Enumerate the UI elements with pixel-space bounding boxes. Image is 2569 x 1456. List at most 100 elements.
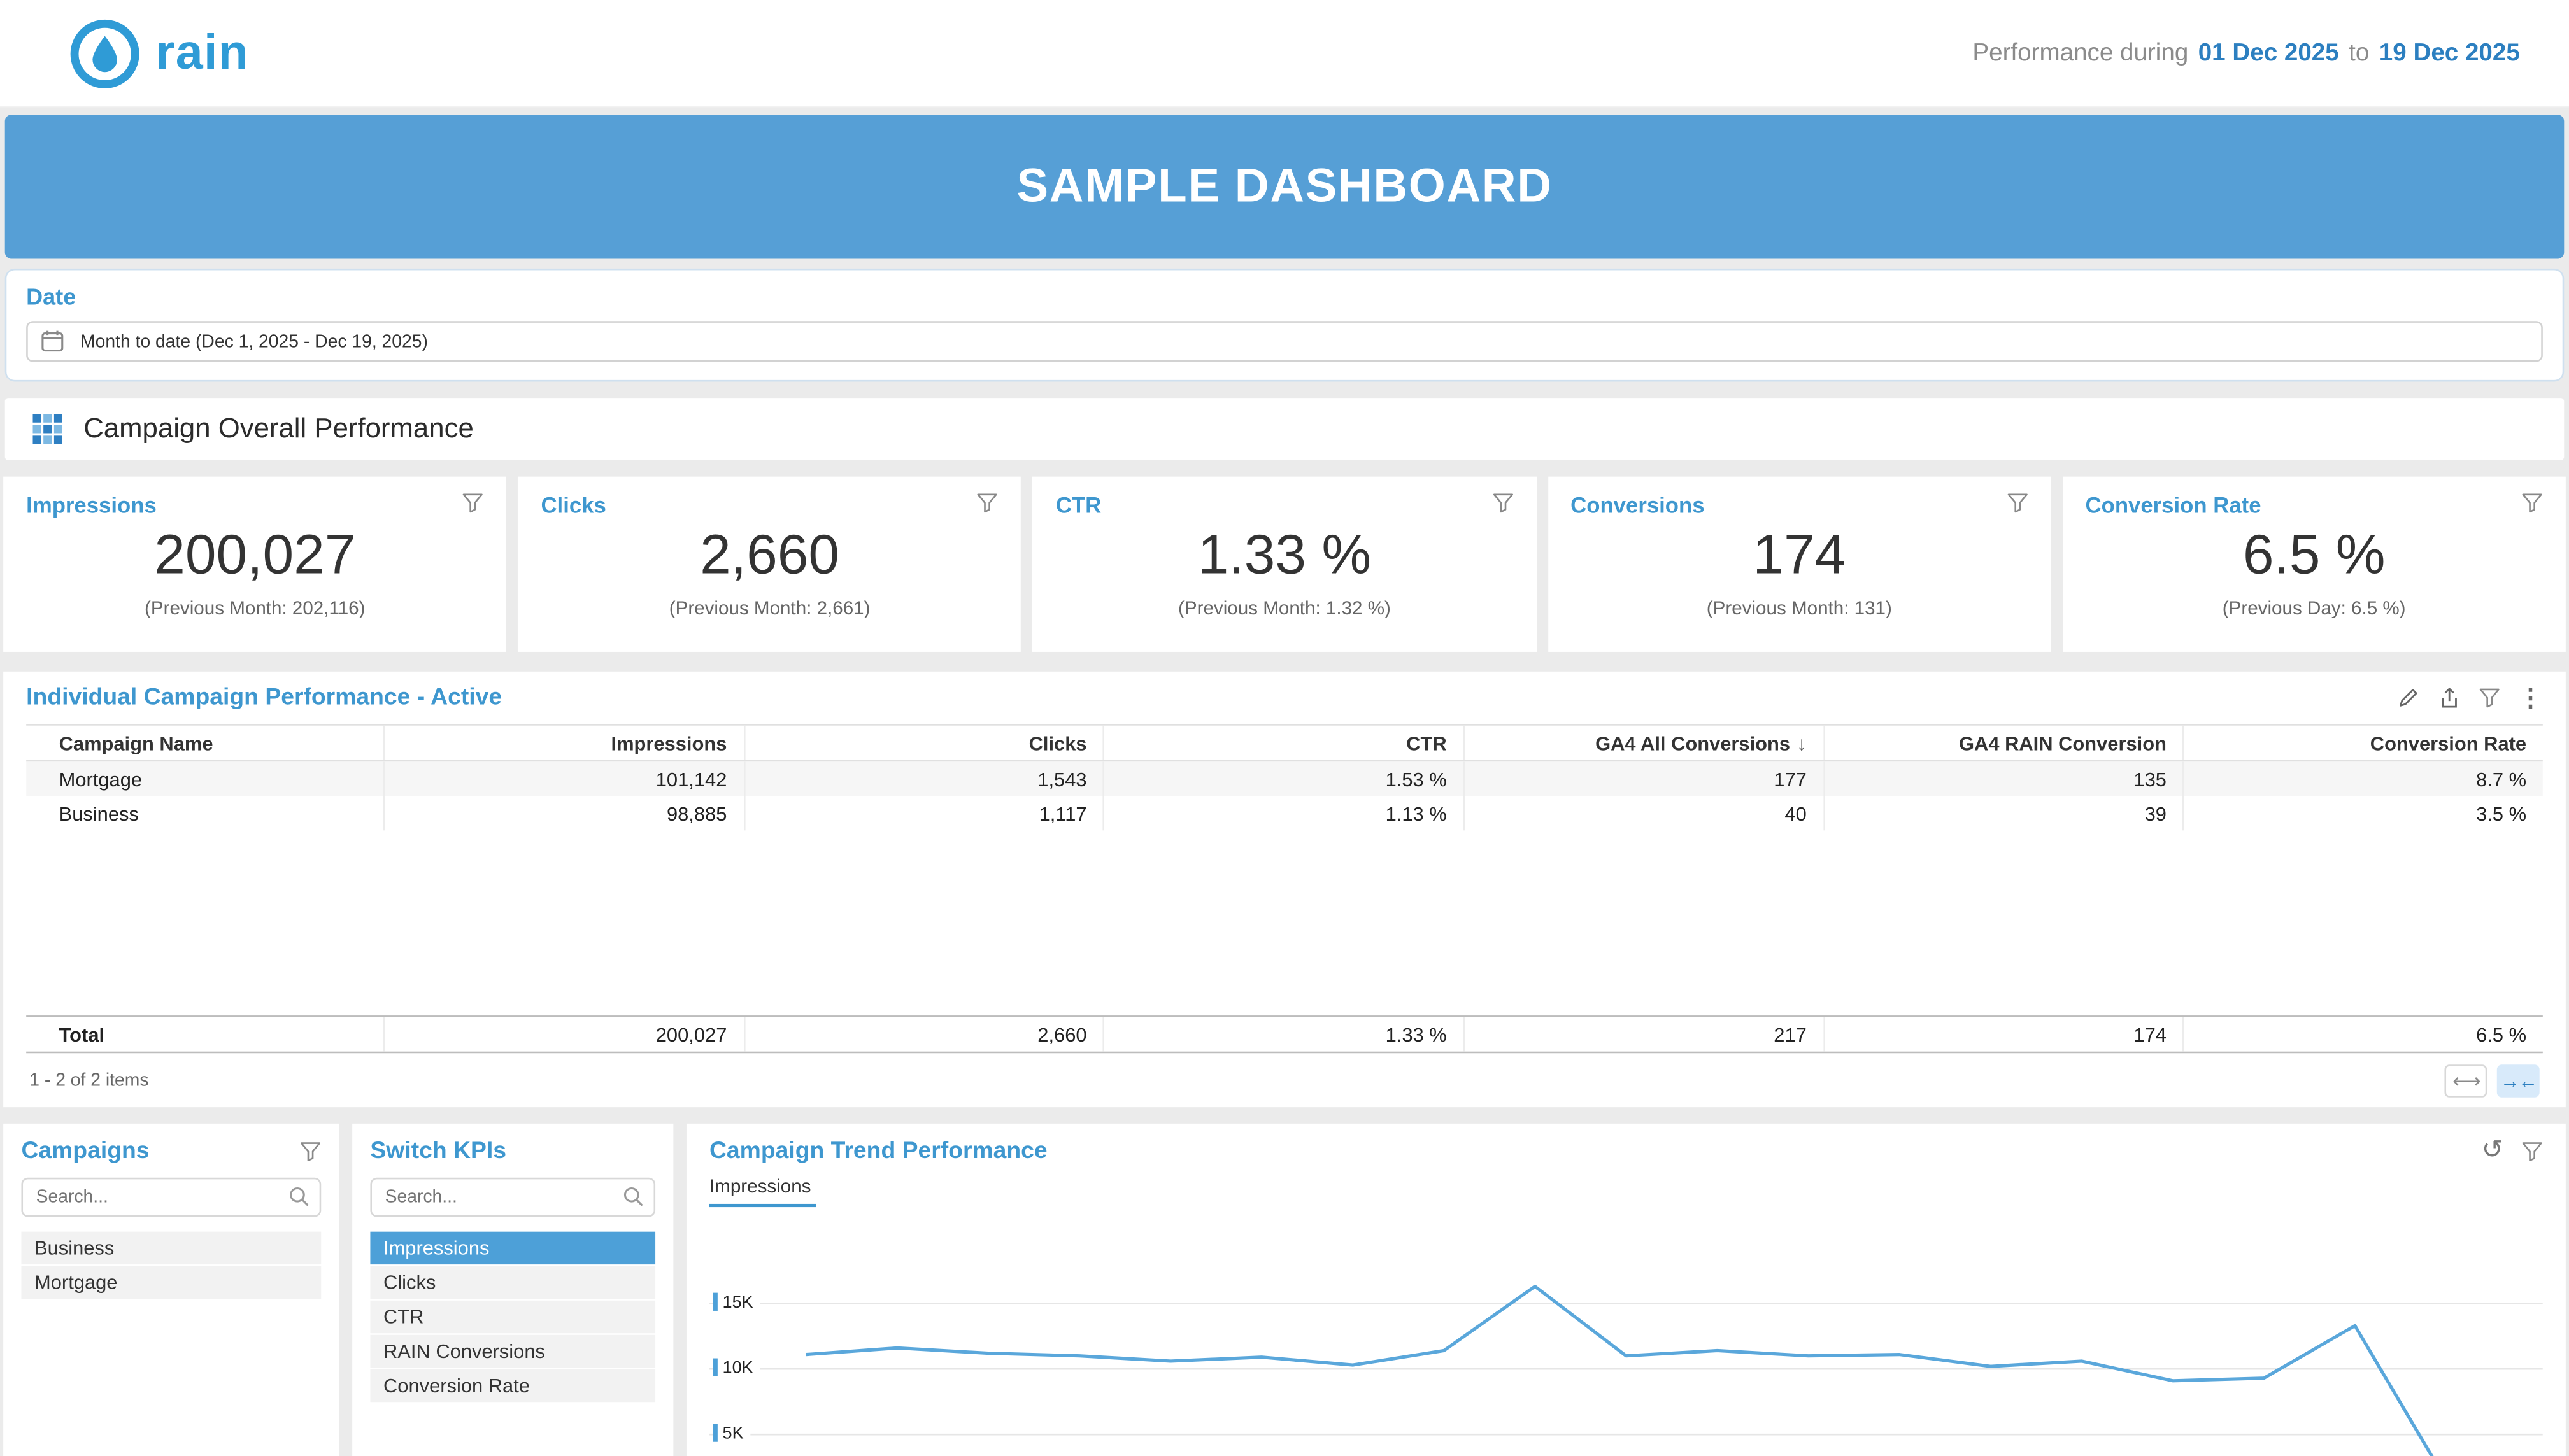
trend-chart-panel: Campaign Trend Performance ↺ Impressions… [687, 1124, 2566, 1456]
kpi-subtitle: (Previous Month: 1.32 %) [1056, 600, 1513, 619]
kpi-list-item-clicks[interactable]: Clicks [370, 1266, 655, 1299]
date-range-input[interactable] [26, 321, 2543, 362]
cell-ga4-rain-conversion: 39 [1823, 796, 2183, 830]
cell-ctr: 1.53 % [1103, 761, 1463, 796]
filter-icon[interactable] [1492, 493, 1513, 512]
kpi-subtitle: (Previous Month: 2,661) [541, 600, 998, 619]
kpi-value: 6.5 % [2086, 524, 2543, 588]
search-icon [288, 1186, 310, 1215]
total-ga4-rain-conversion: 174 [1823, 1017, 2183, 1052]
filter-icon[interactable] [977, 493, 998, 512]
campaign-table-panel: Individual Campaign Performance - Active… [3, 672, 2566, 1107]
expand-columns-button[interactable]: ⟷ [2444, 1064, 2487, 1097]
performance-date-range: Performance during 01 Dec 2025 to 19 Dec… [1972, 39, 2519, 67]
trend-chart-area: 15K 10K 5K [709, 1230, 2543, 1456]
filter-icon[interactable] [300, 1141, 321, 1161]
pager-status: 1 - 2 of 2 items [29, 1071, 148, 1091]
kpi-list-item-rain-conversions[interactable]: RAIN Conversions [370, 1335, 655, 1368]
kpi-card-conversion-rate: Conversion Rate 6.5 % (Previous Day: 6.5… [2063, 477, 2566, 652]
kpi-card-ctr: CTR 1.33 % (Previous Month: 1.32 %) [1033, 477, 1536, 652]
campaigns-panel: Campaigns Business Mortgage [3, 1124, 339, 1456]
cell-campaign-name: Mortgage [26, 761, 383, 796]
cell-conversion-rate: 3.5 % [2183, 796, 2543, 830]
campaign-list-item[interactable]: Business [21, 1232, 321, 1264]
reset-history-icon[interactable]: ↺ [2482, 1138, 2503, 1164]
cell-ctr: 1.13 % [1103, 796, 1463, 830]
column-header-campaign-name[interactable]: Campaign Name [26, 726, 383, 760]
column-header-impressions[interactable]: Impressions [383, 726, 743, 760]
kpi-list-item-ctr[interactable]: CTR [370, 1301, 655, 1333]
kpi-title: Clicks [541, 493, 606, 518]
section-title: Campaign Overall Performance [83, 413, 474, 445]
table-row[interactable]: Mortgage 101,142 1,543 1.53 % 177 135 8.… [26, 761, 2543, 796]
search-icon [623, 1186, 644, 1215]
campaign-table-title: Individual Campaign Performance - Active [26, 684, 502, 710]
campaigns-title: Campaigns [21, 1138, 149, 1164]
column-header-clicks[interactable]: Clicks [743, 726, 1103, 760]
tick-marker [713, 1359, 718, 1376]
cell-impressions: 98,885 [383, 796, 743, 830]
y-axis-tick: 15K [713, 1291, 760, 1314]
dashboard-title-banner: SAMPLE DASHBOARD [5, 115, 2565, 258]
filter-icon[interactable] [2007, 493, 2028, 512]
cell-clicks: 1,117 [743, 796, 1103, 830]
grid-icon [32, 414, 62, 444]
trend-line-chart [709, 1230, 2543, 1456]
tick-marker [713, 1424, 718, 1442]
cell-ga4-all-conversions: 40 [1463, 796, 1823, 830]
filter-icon[interactable] [2521, 493, 2542, 512]
column-header-ctr[interactable]: CTR [1103, 726, 1463, 760]
kpi-value: 200,027 [26, 524, 483, 588]
edit-icon[interactable] [2397, 686, 2420, 709]
y-axis-tick: 5K [713, 1422, 750, 1445]
kpi-subtitle: (Previous Month: 131) [1570, 600, 2028, 619]
fit-columns-button[interactable]: →← [2497, 1064, 2540, 1097]
y-axis-tick: 10K [713, 1356, 760, 1379]
cell-clicks: 1,543 [743, 761, 1103, 796]
column-header-ga4-rain-conversion[interactable]: GA4 RAIN Conversion [1823, 726, 2183, 760]
trend-chart-title: Campaign Trend Performance [709, 1138, 1048, 1164]
kpi-list-item-impressions[interactable]: Impressions [370, 1232, 655, 1264]
date-filter-label: Date [26, 283, 2543, 309]
more-options-icon[interactable]: ⋮ [2518, 686, 2543, 710]
campaigns-search-input[interactable] [21, 1178, 321, 1217]
kpi-subtitle: (Previous Month: 202,116) [26, 600, 483, 619]
cell-impressions: 101,142 [383, 761, 743, 796]
date-from-value: 01 Dec 2025 [2198, 39, 2339, 67]
kpi-card-clicks: Clicks 2,660 (Previous Month: 2,661) [518, 477, 1021, 652]
kpi-card-impressions: Impressions 200,027 (Previous Month: 202… [3, 477, 506, 652]
kpi-value: 2,660 [541, 524, 998, 588]
filter-icon[interactable] [2521, 1141, 2542, 1161]
kpi-title: Impressions [26, 493, 157, 518]
kpi-card-row: Impressions 200,027 (Previous Month: 202… [3, 477, 2566, 652]
cell-ga4-rain-conversion: 135 [1823, 761, 2183, 796]
cell-ga4-all-conversions: 177 [1463, 761, 1823, 796]
table-header-row: Campaign Name Impressions Clicks CTR GA4… [26, 724, 2543, 761]
switch-kpis-title: Switch KPIs [370, 1138, 506, 1164]
dashboard-title: SAMPLE DASHBOARD [1016, 160, 1552, 214]
active-series-tab[interactable]: Impressions [709, 1178, 816, 1207]
column-header-ga4-all-conversions[interactable]: GA4 All Conversions↓ [1463, 726, 1823, 760]
to-label: to [2349, 39, 2369, 67]
campaign-list-item[interactable]: Mortgage [21, 1266, 321, 1299]
total-label: Total [26, 1017, 383, 1052]
sort-desc-icon: ↓ [1797, 732, 1806, 754]
cell-conversion-rate: 8.7 % [2183, 761, 2543, 796]
export-icon[interactable] [2438, 686, 2461, 709]
kpi-value: 174 [1570, 524, 2028, 588]
kpis-search-input[interactable] [370, 1178, 655, 1217]
filter-icon[interactable] [462, 493, 483, 512]
rain-drop-logo-icon [69, 17, 141, 89]
kpi-value: 1.33 % [1056, 524, 1513, 588]
brand-name: rain [155, 25, 249, 81]
kpi-title: Conversion Rate [2086, 493, 2261, 518]
top-header: rain Performance during 01 Dec 2025 to 1… [0, 0, 2569, 108]
kpi-title: Conversions [1570, 493, 1704, 518]
table-row[interactable]: Business 98,885 1,117 1.13 % 40 39 3.5 % [26, 796, 2543, 830]
column-header-conversion-rate[interactable]: Conversion Rate [2183, 726, 2543, 760]
kpi-list-item-conversion-rate[interactable]: Conversion Rate [370, 1369, 655, 1402]
total-ga4-all-conversions: 217 [1463, 1017, 1823, 1052]
kpi-card-conversions: Conversions 174 (Previous Month: 131) [1548, 477, 2051, 652]
switch-kpis-panel: Switch KPIs Impressions Clicks CTR RAIN … [352, 1124, 673, 1456]
filter-icon[interactable] [2479, 688, 2500, 708]
